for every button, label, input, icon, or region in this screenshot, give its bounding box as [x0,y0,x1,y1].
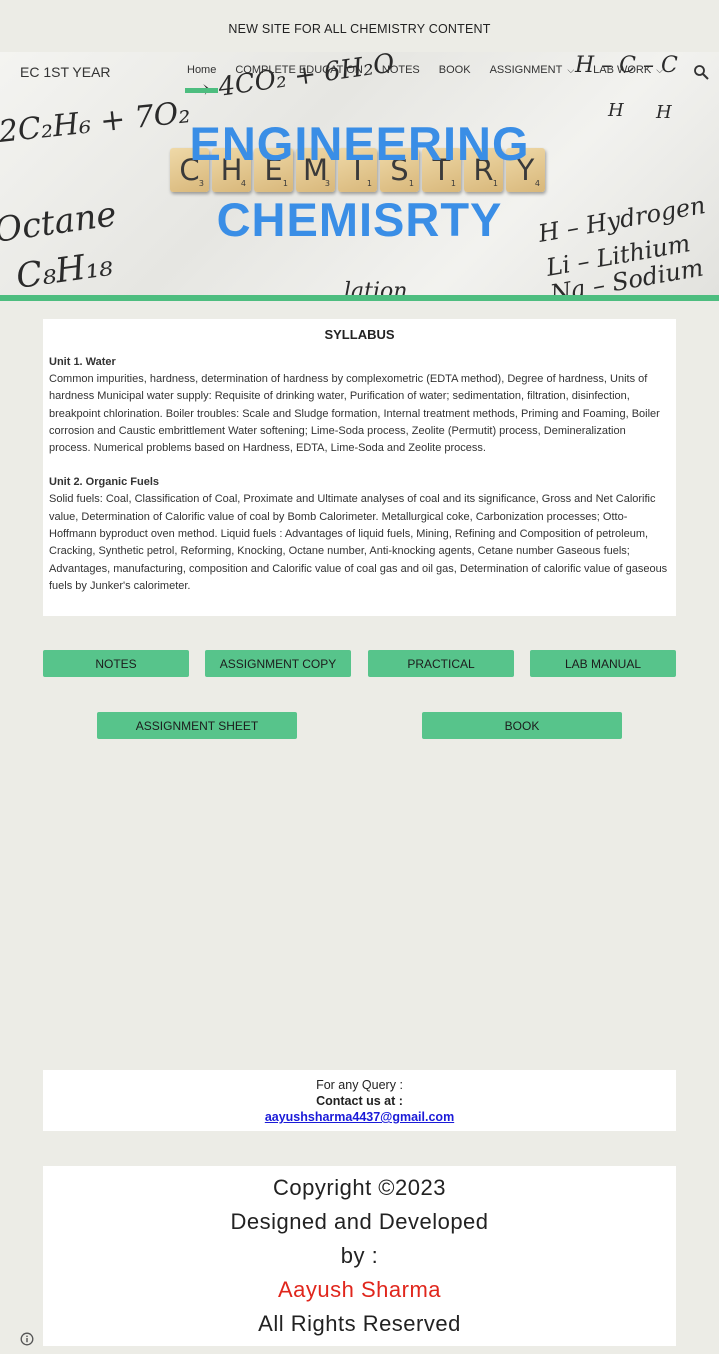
notes-button[interactable]: NOTES [43,650,189,677]
designed-text: Designed and Developed [230,1209,489,1234]
chevron-down-icon[interactable]: ⌵ [656,65,663,76]
nav-label: COMPLETE EDUCATION [235,64,363,76]
lab-manual-button[interactable]: LAB MANUAL [530,650,676,677]
tile-score: 1 [282,179,288,188]
search-icon[interactable] [693,64,709,80]
accent-divider [0,295,719,301]
nav-label: BOOK [438,64,471,76]
syllabus-card: SYLLABUS Unit 1. Water Common impurities… [43,319,676,616]
syllabus-title: SYLLABUS [324,327,395,342]
assignment-copy-button[interactable]: ASSIGNMENT COPY [205,650,351,677]
hero-title-line2: CHEMISRTY [216,193,503,246]
hero-title-line1: ENGINEERING [189,117,530,170]
author-name: Aayush Sharma [277,1277,442,1302]
tile-score: 3 [324,179,330,188]
copyright-text: Copyright ©2023 [273,1175,446,1200]
site-title[interactable]: EC 1ST YEAR [20,64,111,80]
tile-score: 1 [408,179,414,188]
contact-label: Contact us at : [316,1094,403,1108]
nav-item-home[interactable]: Home [184,64,219,93]
nav-label: Home [187,64,217,76]
rights-text: All Rights Reserved [258,1311,461,1336]
nav-item-assignment[interactable]: ASSIGNMENT ⌵ [490,64,575,90]
main-nav: Home COMPLETE EDUCATION NOTES BOOK ASSIG… [184,64,682,93]
nav-item-notes[interactable]: NOTES [382,64,420,90]
unit-title: Unit 2. Organic Fuels [49,476,160,489]
query-label: For any Query : [316,1078,403,1092]
tile-score: 1 [366,179,372,188]
hero-banner: 2C₂H₆ + 7O₂ → 4CO₂ + 6H₂O Octane C₈H₁₈ H… [0,52,719,295]
tile-score: 3 [198,179,204,188]
book-button[interactable]: BOOK [422,712,622,739]
tile-score: 1 [492,179,498,188]
practical-button[interactable]: PRACTICAL [368,650,514,677]
info-icon[interactable] [20,1332,34,1346]
by-text: by : [340,1243,379,1268]
tile-score: 4 [534,179,540,188]
chevron-down-icon[interactable]: ⌵ [567,65,574,76]
assignment-sheet-button[interactable]: ASSIGNMENT SHEET [97,712,297,739]
nav-label: ASSIGNMENT [489,64,563,76]
nav-item-lab-work[interactable]: LAB WORK ⌵ [593,64,663,90]
nav-item-complete-education[interactable]: COMPLETE EDUCATION [235,64,363,90]
svg-text:lation: lation [344,279,407,295]
contact-card: For any Query : Contact us at : aayushsh… [43,1070,676,1131]
email-link[interactable]: aayushsharma4437@gmail.com [265,1110,454,1124]
nav-item-book[interactable]: BOOK [439,64,471,90]
unit-title: Unit 1. Water [49,356,116,368]
footer-card: Copyright ©2023 Designed and Developed b… [43,1166,676,1346]
unit-text: Common impurities, hardness, determinati… [49,373,660,455]
nav-label: NOTES [381,64,420,76]
tile-score: 1 [450,179,456,188]
unit-text: Solid fuels: Coal, Classification of Coa… [49,493,668,592]
nav-label: LAB WORK [593,64,652,76]
announcement-banner[interactable]: NEW SITE FOR ALL CHEMISTRY CONTENT [0,5,719,52]
svg-text:C₈H₁₈: C₈H₁₈ [14,244,116,295]
tile-score: 4 [240,179,246,188]
